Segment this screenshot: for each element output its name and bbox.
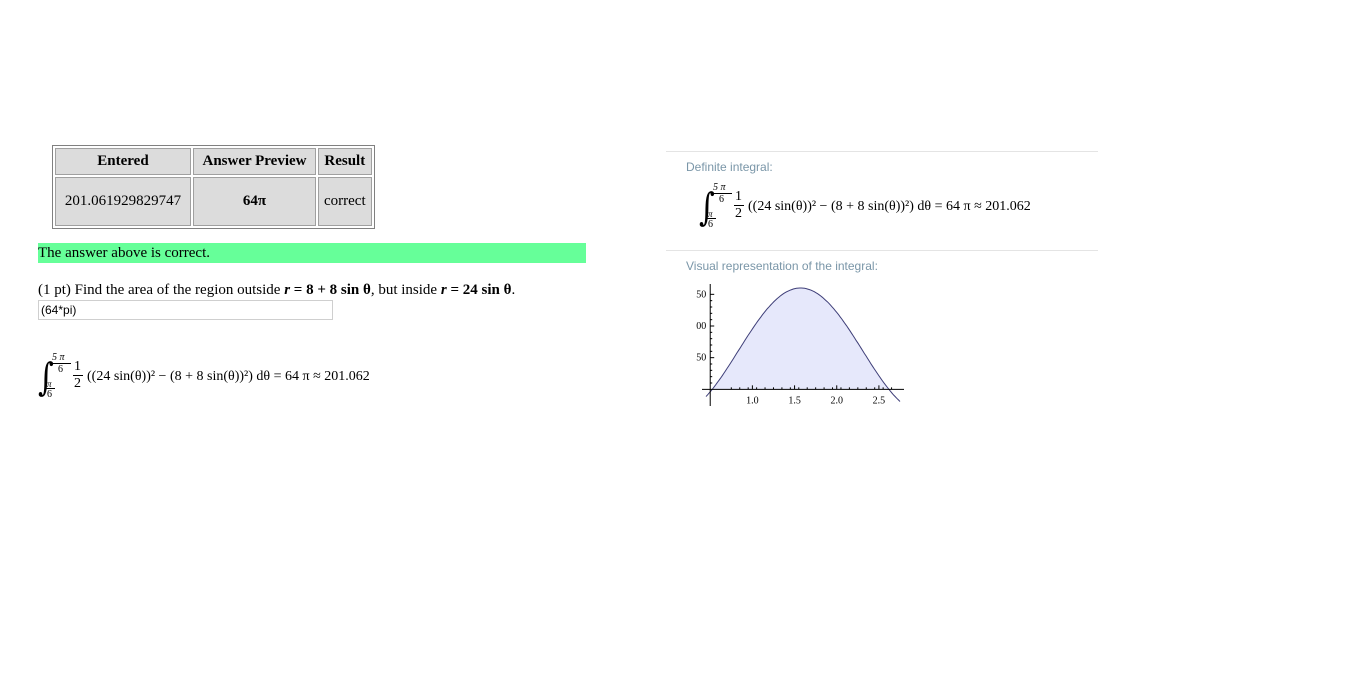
- answer-input[interactable]: (64*pi): [38, 300, 333, 320]
- integrand-expression: ((24 sin(θ))² − (8 + 8 sin(θ))²) dθ = 64…: [87, 369, 370, 384]
- eq2-lhs: r: [440, 282, 447, 298]
- divider-middle: [666, 250, 1098, 251]
- y-tick-label: 50: [696, 353, 706, 364]
- coefficient-numerator: 1: [735, 189, 742, 204]
- integrand-expression: ((24 sin(θ))² − (8 + 8 sin(θ))²) dθ = 64…: [748, 199, 1031, 214]
- y-tick-label: 100: [696, 321, 706, 332]
- header-result: Result: [318, 148, 372, 175]
- header-entered: Entered: [55, 148, 191, 175]
- problem-text-middle: , but inside: [370, 282, 438, 298]
- shaded-area: [712, 288, 889, 390]
- table-row: 201.061929829747 64π correct: [55, 177, 372, 226]
- divider-top: [666, 151, 1098, 152]
- definite-integral-formula: ∫ 5 π 6 π 6 1 2 ((24 sin(θ))² − (8 + 8 s…: [699, 182, 1089, 233]
- answer-preview-cell: 64π: [193, 177, 316, 226]
- problem-text-end: .: [511, 282, 516, 298]
- visual-representation-label: Visual representation of the integral:: [686, 259, 878, 273]
- eq2-equals: =: [450, 282, 459, 298]
- upper-bound-numerator: 5 π: [713, 182, 726, 193]
- result-cell: correct: [318, 177, 372, 226]
- problem-text-before: Find the area of the region outside: [74, 282, 281, 298]
- definite-integral-label: Definite integral:: [686, 160, 773, 174]
- y-tick-label: 150: [696, 289, 706, 300]
- upper-bound-numerator: 5 π: [52, 352, 65, 363]
- header-answer-preview: Answer Preview: [193, 148, 316, 175]
- problem-statement: (1 pt) Find the area of the region outsi…: [38, 280, 515, 300]
- problem-points: (1 pt): [38, 282, 71, 298]
- integral-formula: ∫ 5 π 6 π 6 1 2 ((24 sin(θ))² − (8 + 8 s…: [38, 352, 458, 403]
- lower-bound-denominator: 6: [708, 219, 713, 230]
- coefficient-denominator: 2: [735, 206, 742, 221]
- eq1-lhs: r: [284, 282, 291, 298]
- x-tick-label: 2.0: [830, 395, 843, 406]
- upper-bound-denominator: 6: [719, 194, 724, 205]
- results-table: Entered Answer Preview Result 201.061929…: [52, 145, 375, 229]
- eq1-equals: =: [293, 282, 303, 298]
- lower-bound-denominator: 6: [47, 389, 52, 400]
- upper-bound-denominator: 6: [58, 364, 63, 375]
- table-header-row: Entered Answer Preview Result: [55, 148, 372, 175]
- x-tick-label: 2.5: [873, 395, 886, 406]
- entered-cell: 201.061929829747: [55, 177, 191, 226]
- coefficient-numerator: 1: [74, 359, 81, 374]
- integral-plot: 1.0 1.5 2.0 2.5 50 100 150: [696, 284, 904, 406]
- coefficient-denominator: 2: [74, 376, 81, 391]
- x-tick-label: 1.0: [746, 395, 759, 406]
- eq2-rhs: 24 sin θ: [462, 282, 512, 298]
- x-tick-label: 1.5: [788, 395, 801, 406]
- correct-message: The answer above is correct.: [38, 243, 586, 263]
- eq1-rhs: 8 + 8 sin θ: [306, 282, 371, 298]
